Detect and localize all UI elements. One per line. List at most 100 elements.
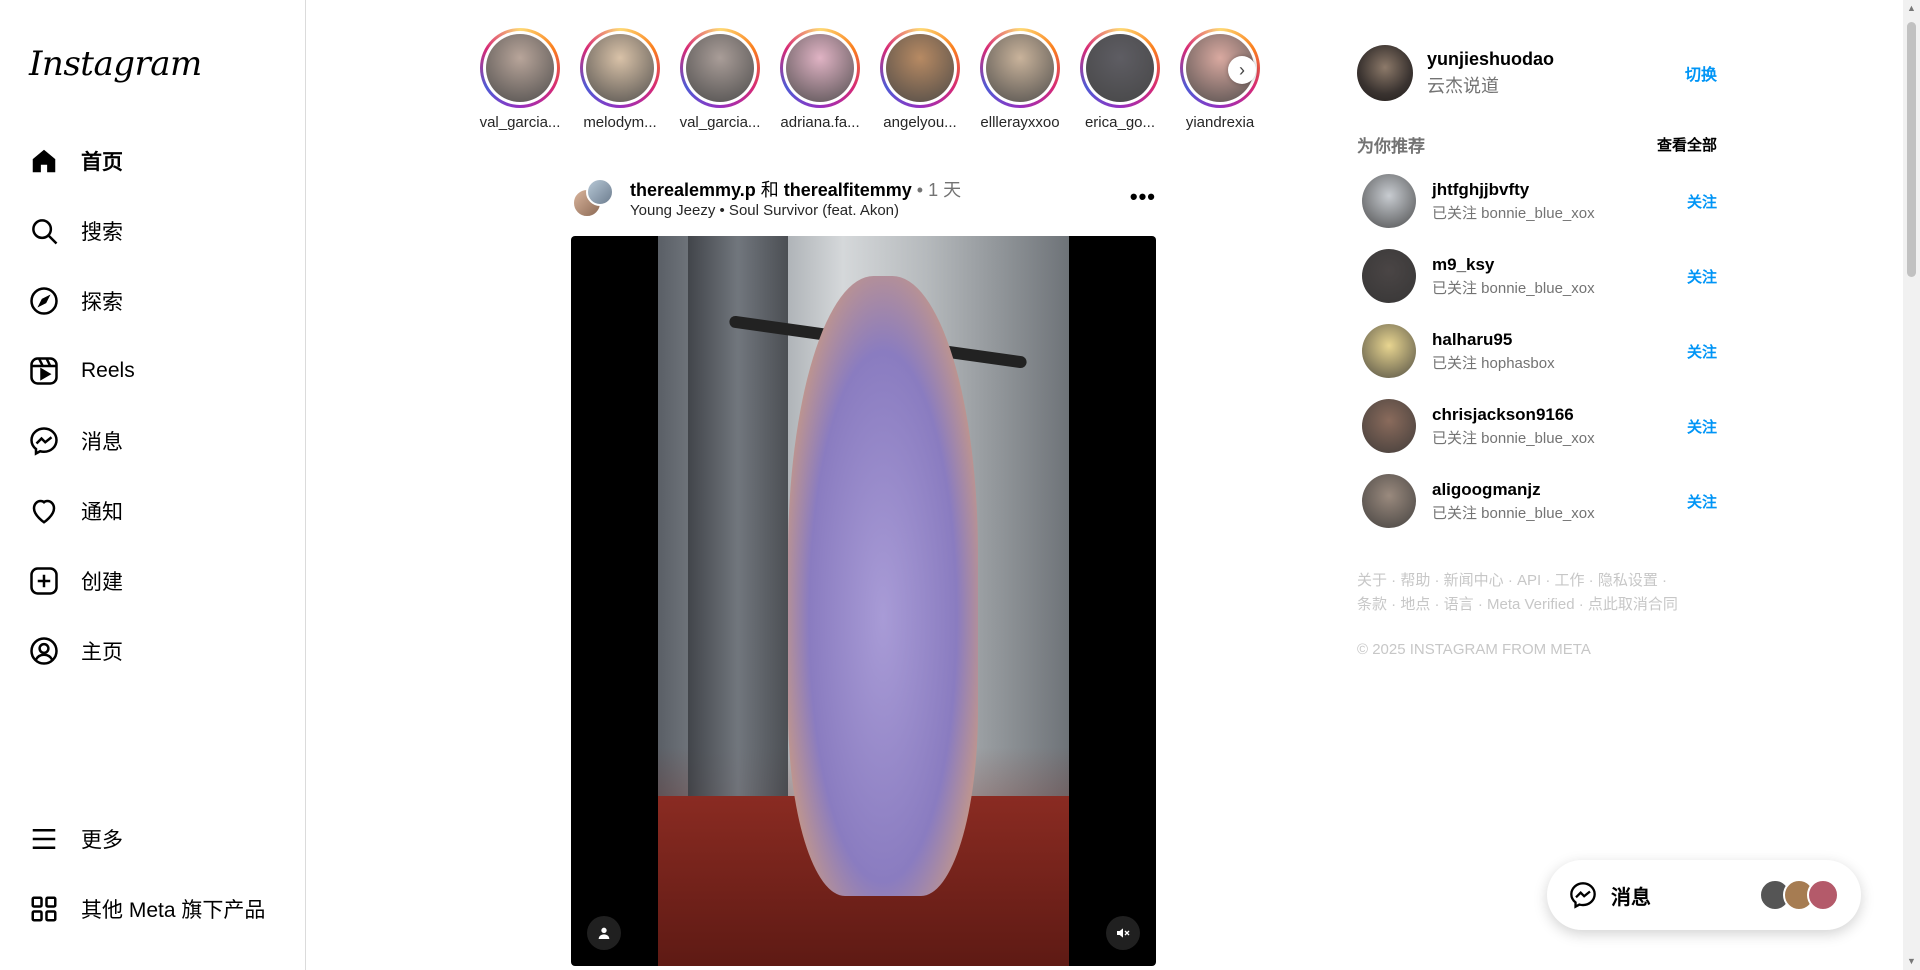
copyright: © 2025 INSTAGRAM FROM META [1357, 641, 1591, 658]
suggestion-item: chrisjackson9166 已关注 bonnie_blue_xox 关注 [1357, 398, 1717, 454]
menu-icon [32, 829, 56, 849]
suggestion-username[interactable]: chrisjackson9166 [1432, 405, 1595, 425]
footer-links[interactable]: 关于 · 帮助 · 新闻中心 · API · 工作 · 隐私设置 · 条款 · … [1357, 569, 1697, 617]
suggestion-item: jhtfghjjbvfty 已关注 bonnie_blue_xox 关注 [1357, 173, 1717, 229]
nav-bottom: 更多 其他 Meta 旗下产品 [29, 818, 265, 958]
footer-links-line[interactable]: 关于 · 帮助 · 新闻中心 · API · 工作 · 隐私设置 · [1357, 569, 1697, 593]
avatar [1807, 879, 1839, 911]
account-fullname: 云杰说道 [1427, 75, 1499, 96]
avatar[interactable] [1362, 399, 1416, 453]
nav-profile[interactable]: 主页 [29, 630, 135, 672]
story-username: erica_go... [1084, 114, 1156, 131]
plus-square-icon [30, 567, 58, 595]
account-username[interactable]: yunjieshuodao [1427, 49, 1554, 70]
story-item[interactable]: val_garcia... [470, 28, 570, 131]
story-item[interactable]: elllerayxxoo [970, 28, 1070, 131]
sidebar: Instagram 首页 搜索 探索 Reels 消息 通知 创建 主页 更多 … [0, 0, 306, 970]
nav-reels-label: Reels [81, 359, 135, 382]
user-icon [598, 927, 610, 939]
suggestion-item: halharu95 已关注 hophasbox 关注 [1357, 323, 1717, 379]
stories-next-button[interactable]: › [1228, 56, 1256, 84]
avatar[interactable] [1362, 249, 1416, 303]
messages-avatars [1759, 879, 1839, 911]
search-icon [32, 219, 58, 245]
nav-notifications-label: 通知 [81, 501, 123, 524]
post-authors: therealemmy.p 和 therealfitemmy • 1 天 [630, 176, 961, 202]
avatar[interactable] [1357, 45, 1413, 101]
avatar[interactable] [1362, 324, 1416, 378]
footer-links-line[interactable]: 条款 · 地点 · 语言 · Meta Verified · 点此取消合同 [1357, 593, 1697, 617]
messages-float-label: 消息 [1611, 886, 1651, 909]
avatar[interactable] [1362, 474, 1416, 528]
suggestion-username[interactable]: aligoogmanjz [1432, 480, 1595, 500]
nav-search-label: 搜索 [81, 221, 123, 244]
follow-button[interactable]: 关注 [1687, 416, 1717, 437]
nav-messages[interactable]: 消息 [29, 420, 135, 462]
story-ring [580, 28, 660, 108]
nav-more[interactable]: 更多 [29, 818, 265, 860]
post-authors-and: 和 [755, 180, 784, 200]
page-scrollbar[interactable]: ▲ ▼ [1903, 0, 1920, 970]
heart-icon [32, 499, 56, 524]
suggestion-username[interactable]: m9_ksy [1432, 255, 1595, 275]
avatar [486, 34, 554, 102]
story-item[interactable]: melodym... [570, 28, 670, 131]
scroll-thumb[interactable] [1907, 22, 1916, 277]
mute-button[interactable] [1106, 916, 1140, 950]
suggestion-item: m9_ksy 已关注 bonnie_blue_xox 关注 [1357, 248, 1717, 304]
story-ring-inner [683, 31, 757, 105]
suggestion-names: m9_ksy 已关注 bonnie_blue_xox [1432, 255, 1595, 298]
home-icon [32, 149, 56, 173]
nav-reels[interactable]: Reels [29, 350, 135, 392]
nav-create-label: 创建 [81, 571, 123, 594]
post-video[interactable] [658, 236, 1069, 966]
instagram-logo[interactable]: Instagram [29, 44, 202, 84]
story-item[interactable]: erica_go... [1070, 28, 1170, 131]
speaker-muted-icon [1117, 928, 1130, 938]
avatar [586, 34, 654, 102]
suggestion-username[interactable]: jhtfghjjbvfty [1432, 180, 1595, 200]
story-item[interactable]: adriana.fa... [770, 28, 870, 131]
scroll-up-arrow[interactable]: ▲ [1907, 4, 1916, 13]
story-item[interactable]: angelyou... [870, 28, 970, 131]
follow-button[interactable]: 关注 [1687, 491, 1717, 512]
follow-button[interactable]: 关注 [1687, 191, 1717, 212]
post-music[interactable]: Young Jeezy • Soul Survivor (feat. Akon) [630, 202, 899, 219]
avatar [1086, 34, 1154, 102]
nav-more-label: 更多 [81, 829, 123, 852]
post-author-2[interactable]: therealfitemmy [784, 180, 912, 200]
follow-button[interactable]: 关注 [1687, 266, 1717, 287]
tagged-users-button[interactable] [587, 916, 621, 950]
nav-meta-products[interactable]: 其他 Meta 旗下产品 [29, 888, 265, 930]
nav-home-label: 首页 [81, 151, 123, 174]
see-all-button[interactable]: 查看全部 [1657, 134, 1717, 155]
suggestion-names: jhtfghjjbvfty 已关注 bonnie_blue_xox [1432, 180, 1595, 223]
nav-notifications[interactable]: 通知 [29, 490, 135, 532]
story-item[interactable]: yiandrexia [1170, 28, 1270, 131]
right-column: yunjieshuodao 云杰说道 切换 为你推荐 查看全部 jhtfghjj… [1357, 44, 1717, 658]
story-ring-inner [483, 31, 557, 105]
post-more-button[interactable]: ••• [1130, 184, 1156, 210]
nav-create[interactable]: 创建 [29, 560, 135, 602]
suggestion-username[interactable]: halharu95 [1432, 330, 1555, 350]
reels-icon [30, 357, 58, 385]
post-author-1[interactable]: therealemmy.p [630, 180, 756, 200]
nav-home[interactable]: 首页 [29, 140, 135, 182]
avatar [786, 34, 854, 102]
chevron-right-icon: › [1239, 59, 1245, 80]
scroll-down-arrow[interactable]: ▼ [1907, 957, 1916, 966]
story-item[interactable]: val_garcia... [670, 28, 770, 131]
messages-floating-button[interactable]: 消息 [1547, 860, 1861, 930]
post-media[interactable] [571, 236, 1156, 966]
story-username: yiandrexia [1185, 114, 1255, 131]
nav-search[interactable]: 搜索 [29, 210, 135, 252]
avatar[interactable] [1362, 174, 1416, 228]
story-ring-inner [1083, 31, 1157, 105]
nav-messages-label: 消息 [81, 431, 123, 454]
nav-explore[interactable]: 探索 [29, 280, 135, 322]
switch-account-button[interactable]: 切换 [1685, 61, 1717, 85]
story-username: melodym... [583, 114, 657, 131]
video-content [788, 276, 978, 896]
post-author-avatars[interactable] [572, 178, 614, 220]
follow-button[interactable]: 关注 [1687, 341, 1717, 362]
